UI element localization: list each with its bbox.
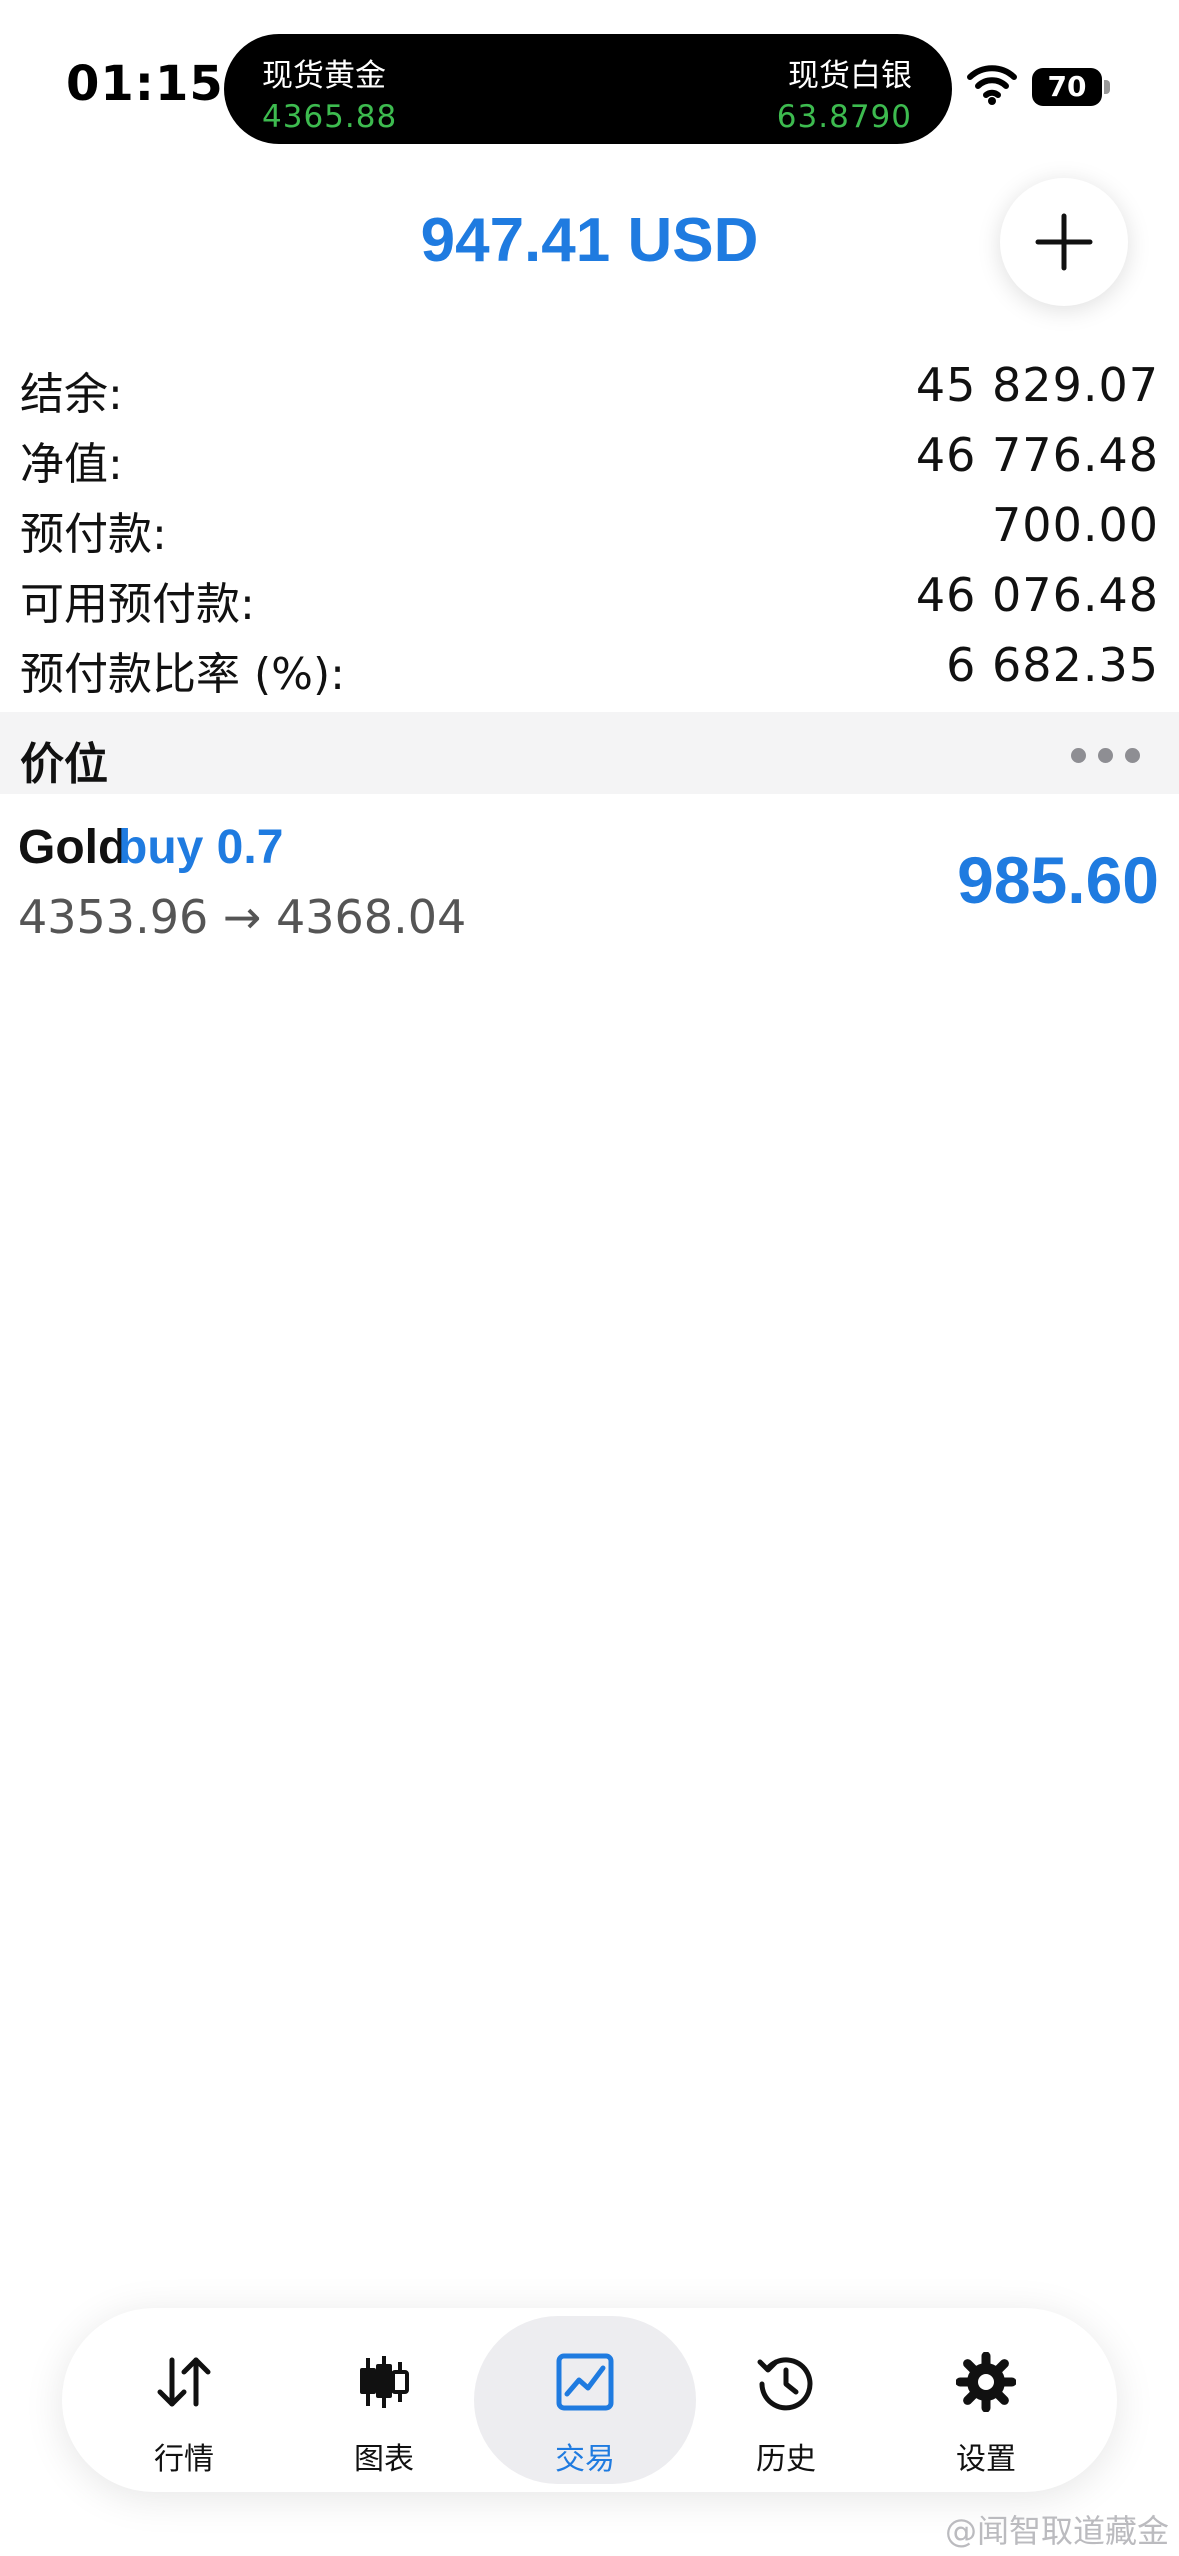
ticker-silver-price: 63.8790: [776, 99, 912, 135]
ticker-gold-name: 现货黄金: [262, 58, 386, 94]
summary-row-free-margin: 可用预付款: 46 076.48: [0, 560, 1179, 630]
free-margin-label: 可用预付款:: [20, 579, 255, 630]
ticker-silver-name: 现货白银: [788, 58, 912, 94]
bottom-tab-bar: 行情 图表 交易 历史 设置: [62, 2308, 1117, 2492]
candlestick-chart-icon: [360, 2356, 409, 2408]
battery-nub: [1104, 80, 1110, 94]
tab-quotes-label: 行情: [154, 2442, 214, 2477]
position-side-volume: buy 0.7: [118, 821, 284, 874]
summary-row-margin: 预付款: 700.00: [0, 490, 1179, 560]
tab-trade-label: 交易: [555, 2442, 615, 2477]
tab-charts[interactable]: 图表: [284, 2316, 484, 2484]
trade-screen: 01:15 现货黄金 4365.88 现货白银 63.8790 70 947.4…: [0, 0, 1179, 2556]
dynamic-island-ticker[interactable]: 现货黄金 4365.88 现货白银 63.8790: [224, 34, 952, 144]
position-symbol: Gold: [18, 821, 128, 874]
tab-history-label: 历史: [756, 2442, 816, 2477]
trade-chart-icon: [556, 2353, 614, 2411]
tab-charts-label: 图表: [354, 2442, 414, 2477]
margin-level-label: 预付款比率 (%):: [20, 649, 345, 700]
tab-quotes[interactable]: 行情: [84, 2316, 284, 2484]
balance-label: 结余:: [20, 369, 123, 420]
tab-trade[interactable]: 交易: [474, 2316, 696, 2484]
summary-row-equity: 净值: 46 776.48: [0, 420, 1179, 490]
ticker-gold: 现货黄金 4365.88: [262, 50, 397, 135]
more-dots-icon[interactable]: [1071, 732, 1141, 772]
more-dot: [1125, 748, 1140, 763]
tab-settings-label: 设置: [956, 2442, 1016, 2477]
margin-level-value: 6 682.35: [946, 638, 1159, 692]
history-clock-icon: [757, 2357, 813, 2411]
tab-history[interactable]: 历史: [686, 2316, 886, 2484]
positions-section-title: 价位: [20, 739, 108, 790]
tab-settings[interactable]: 设置: [886, 2316, 1086, 2484]
free-margin-value: 46 076.48: [915, 568, 1159, 622]
margin-value: 700.00: [992, 498, 1159, 552]
positions-section-header: 价位: [0, 712, 1179, 794]
position-row[interactable]: Gold buy 0.7 4353.96 → 4368.04 985.60: [0, 810, 1179, 960]
ticker-silver: 现货白银 63.8790: [777, 50, 912, 135]
account-summary: 结余: 45 829.07 净值: 46 776.48 预付款: 700.00 …: [0, 350, 1179, 700]
summary-row-margin-level: 预付款比率 (%): 6 682.35: [0, 630, 1179, 700]
wifi-icon: [967, 65, 1017, 105]
position-profit: 985.60: [957, 843, 1159, 917]
watermark: @闻智取道藏金: [944, 2512, 1169, 2550]
equity-value: 46 776.48: [915, 428, 1159, 482]
settings-gear-icon: [956, 2352, 1016, 2412]
equity-label: 净值:: [20, 439, 123, 490]
summary-row-balance: 结余: 45 829.07: [0, 350, 1179, 420]
plus-icon: [1035, 213, 1093, 271]
balance-value: 45 829.07: [915, 358, 1159, 412]
quotes-arrows-icon: [157, 2357, 211, 2407]
status-time: 01:15: [66, 56, 224, 112]
battery-indicator: 70: [1032, 68, 1102, 106]
new-order-button[interactable]: [1000, 178, 1128, 306]
more-dot: [1071, 748, 1086, 763]
ticker-gold-price: 4365.88: [262, 99, 398, 135]
position-prices: 4353.96 → 4368.04: [18, 890, 467, 944]
more-dot: [1098, 748, 1113, 763]
margin-label: 预付款:: [20, 509, 167, 560]
